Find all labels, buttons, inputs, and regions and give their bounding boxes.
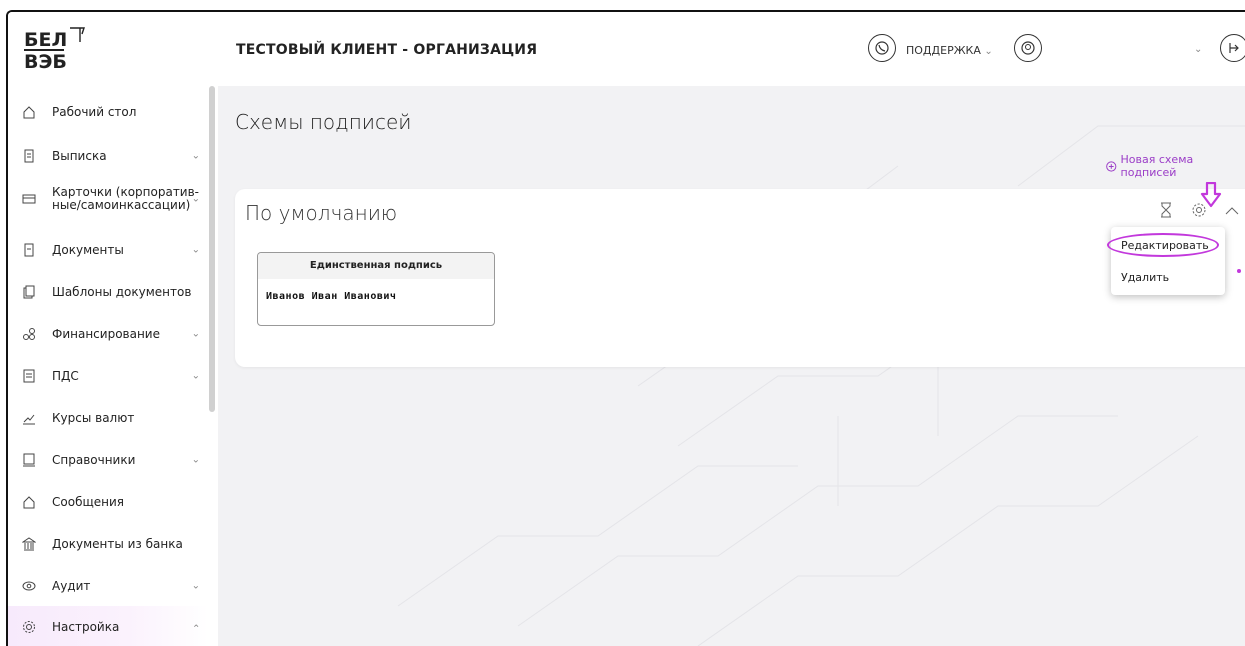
sidebar-item-financing[interactable]: Финансирование ⌄	[8, 322, 208, 346]
annotation-arrow-icon	[1200, 182, 1222, 208]
user-avatar-icon[interactable]	[1014, 34, 1042, 62]
chevron-down-icon: ⌄	[191, 454, 200, 466]
annotation-dot	[1237, 269, 1241, 273]
phone-icon[interactable]	[868, 34, 896, 62]
sidebar-item-label: Справочники	[52, 452, 136, 467]
sidebar-item-label: Карточки (корпоратив-ные/самоинкассации)	[52, 185, 200, 212]
delete-menu-item[interactable]: Удалить	[1121, 271, 1169, 284]
sidebar-item-audit[interactable]: Аудит ⌄	[8, 574, 208, 598]
gear-icon	[20, 618, 38, 636]
logout-icon[interactable]	[1220, 34, 1245, 62]
annotation-highlight	[1107, 233, 1219, 257]
sidebar-item-directories[interactable]: Справочники ⌄	[8, 448, 208, 472]
sidebar-item-settings[interactable]: Настройка ⌄	[8, 606, 208, 646]
sidebar-item-label: Курсы валют	[52, 410, 135, 425]
sidebar-item-label: Шаблоны документов	[52, 284, 192, 299]
sidebar-item-templates[interactable]: Шаблоны документов	[8, 280, 208, 304]
book-icon	[20, 451, 38, 469]
sidebar: Рабочий стол Выписка ⌄ Карточки (корпора…	[8, 86, 218, 646]
signature-scheme-card: По умолчанию Единственная подпись Иванов…	[235, 189, 1245, 367]
sidebar-item-label: Документы	[52, 242, 124, 257]
plus-circle-icon	[1106, 160, 1117, 172]
sidebar-item-label: Сообщения	[52, 494, 125, 509]
bank-icon	[20, 535, 38, 553]
hourglass-icon[interactable]	[1159, 202, 1173, 223]
svg-text:БЕЛ: БЕЛ	[24, 29, 67, 51]
chevron-up-icon: ⌄	[191, 621, 200, 633]
sidebar-item-label: ПДС	[52, 368, 79, 383]
svg-text:ВЭБ: ВЭБ	[24, 51, 67, 73]
sidebar-item-label: Аудит	[52, 578, 91, 593]
main-content: Схемы подписей Новая схема подписей По у…	[218, 86, 1245, 646]
eye-icon	[20, 577, 38, 595]
document-icon	[20, 241, 38, 259]
sidebar-item-label: Настройка	[52, 619, 120, 634]
home-icon	[20, 103, 38, 121]
sidebar-item-label: Рабочий стол	[52, 104, 137, 119]
chevron-down-icon: ⌄	[984, 46, 993, 57]
chevron-up-icon[interactable]	[1225, 203, 1239, 221]
signature-box-header: Единственная подпись	[258, 253, 494, 279]
sidebar-item-label: Выписка	[52, 148, 107, 163]
sidebar-item-cards[interactable]: Карточки (корпоратив-ные/самоинкассации)…	[8, 182, 208, 216]
chevron-down-icon: ⌄	[191, 580, 200, 592]
chart-icon	[20, 409, 38, 427]
signature-box[interactable]: Единственная подпись Иванов Иван Иванови…	[257, 252, 495, 326]
sidebar-item-label: Документы из банка	[52, 536, 183, 551]
card-title: По умолчанию	[245, 201, 398, 225]
chevron-down-icon: ⌄	[191, 244, 200, 256]
sidebar-item-desktop[interactable]: Рабочий стол	[8, 100, 208, 124]
message-icon	[20, 493, 38, 511]
app-window: БЕЛ ВЭБ ТЕСТОВЫЙ КЛИЕНТ - ОРГАНИЗАЦИЯ ПО…	[6, 10, 1245, 646]
new-scheme-label: Новая схема подписей	[1120, 153, 1194, 179]
user-chevron-down-icon[interactable]: ⌄	[1194, 44, 1202, 55]
chevron-down-icon: ⌄	[191, 150, 200, 162]
card-icon	[20, 190, 38, 208]
top-header: БЕЛ ВЭБ ТЕСТОВЫЙ КЛИЕНТ - ОРГАНИЗАЦИЯ ПО…	[8, 12, 1245, 86]
chevron-down-icon: ⌄	[191, 370, 200, 382]
sidebar-item-pds[interactable]: ПДС ⌄	[8, 364, 208, 388]
signer-name: Иванов Иван Иванович	[266, 291, 397, 302]
sidebar-item-label: Финансирование	[52, 326, 160, 341]
chevron-down-icon: ⌄	[191, 328, 200, 340]
support-label: ПОДДЕРЖКА	[906, 44, 981, 57]
organization-name[interactable]: ТЕСТОВЫЙ КЛИЕНТ - ОРГАНИЗАЦИЯ	[236, 42, 537, 58]
new-scheme-link[interactable]: Новая схема подписей	[1106, 153, 1245, 179]
template-icon	[20, 283, 38, 301]
sidebar-item-bank-documents[interactable]: Документы из банка	[8, 532, 208, 556]
sidebar-scrollbar[interactable]	[209, 86, 215, 412]
chevron-down-icon: ⌄	[191, 193, 200, 205]
finance-icon	[20, 325, 38, 343]
sidebar-item-messages[interactable]: Сообщения	[8, 490, 208, 514]
page-title: Схемы подписей	[235, 110, 412, 134]
sidebar-item-documents[interactable]: Документы ⌄	[8, 238, 208, 262]
bank-logo[interactable]: БЕЛ ВЭБ	[24, 24, 94, 74]
sidebar-item-statement[interactable]: Выписка ⌄	[8, 144, 208, 168]
support-menu[interactable]: ПОДДЕРЖКА ⌄	[906, 44, 993, 57]
sidebar-item-rates[interactable]: Курсы валют	[8, 406, 208, 430]
pds-icon	[20, 367, 38, 385]
document-icon	[20, 147, 38, 165]
